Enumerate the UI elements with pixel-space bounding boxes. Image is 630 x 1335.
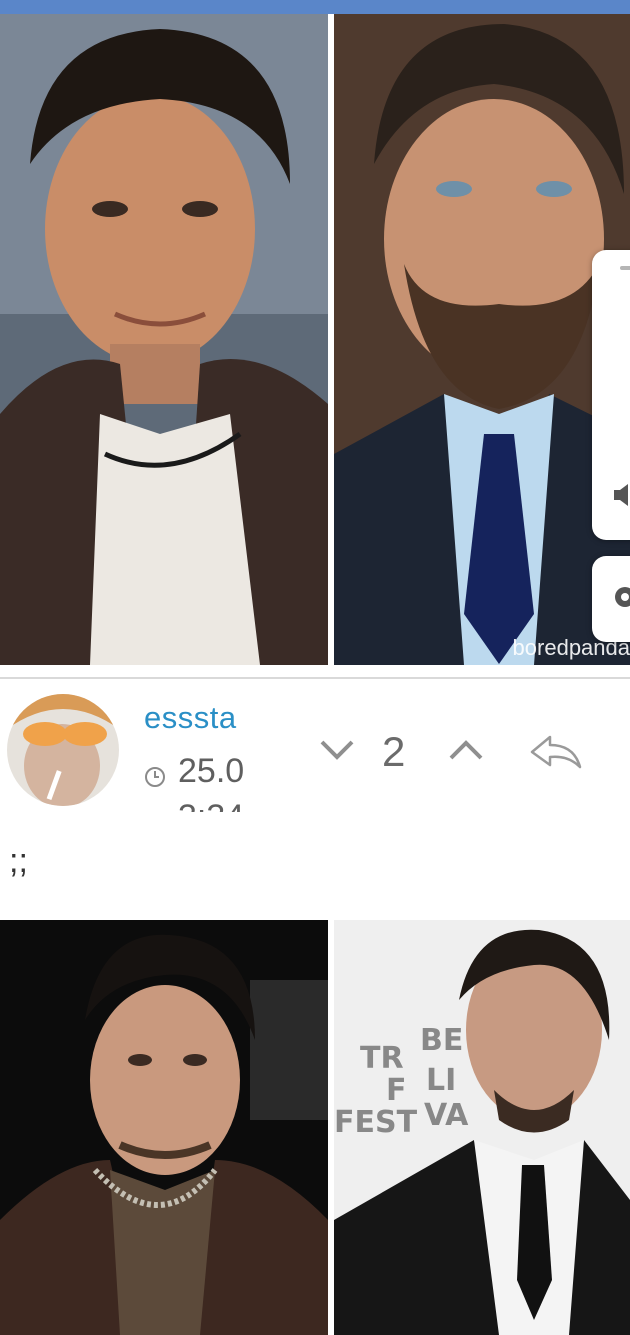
comment-points: 25.0 — [178, 752, 245, 790]
gear-icon[interactable] — [612, 584, 630, 615]
comment-text: ;; — [9, 842, 28, 880]
chevron-down-icon[interactable] — [318, 736, 356, 764]
comment-time: 3:34 — [178, 798, 244, 812]
settings-button[interactable] — [592, 556, 630, 642]
post-photo-left[interactable] — [0, 14, 328, 665]
festival-backdrop-text: LI — [426, 1063, 456, 1098]
status-bar-strip — [0, 0, 630, 14]
comment-score: 2 — [382, 728, 406, 775]
comment-username[interactable]: esssta — [144, 700, 237, 736]
section-divider — [0, 677, 630, 679]
festival-backdrop-text: FEST — [334, 1105, 418, 1140]
volume-panel[interactable] — [592, 250, 630, 540]
comment-meta: 25.0 3:34 — [144, 752, 264, 812]
volume-slider-handle[interactable] — [620, 266, 630, 270]
reply-button[interactable] — [528, 733, 584, 771]
reply-arrow-icon[interactable] — [528, 733, 584, 771]
avatar[interactable] — [7, 694, 119, 806]
festival-backdrop-text: VA — [424, 1098, 469, 1133]
comment-photo-right[interactable]: TR BE F LI FEST VA — [334, 920, 630, 1335]
comment-photo-left[interactable] — [0, 920, 328, 1335]
post-photo-right[interactable]: boredpanda — [334, 14, 630, 665]
downvote-button[interactable] — [318, 736, 356, 764]
festival-backdrop-text: TR — [360, 1041, 404, 1076]
festival-backdrop-text: F — [386, 1073, 407, 1108]
festival-backdrop-text: BE — [420, 1023, 463, 1058]
volume-icon[interactable] — [612, 482, 630, 513]
upvote-button[interactable] — [447, 736, 485, 764]
chevron-up-icon[interactable] — [447, 736, 485, 764]
clock-icon — [144, 766, 166, 793]
